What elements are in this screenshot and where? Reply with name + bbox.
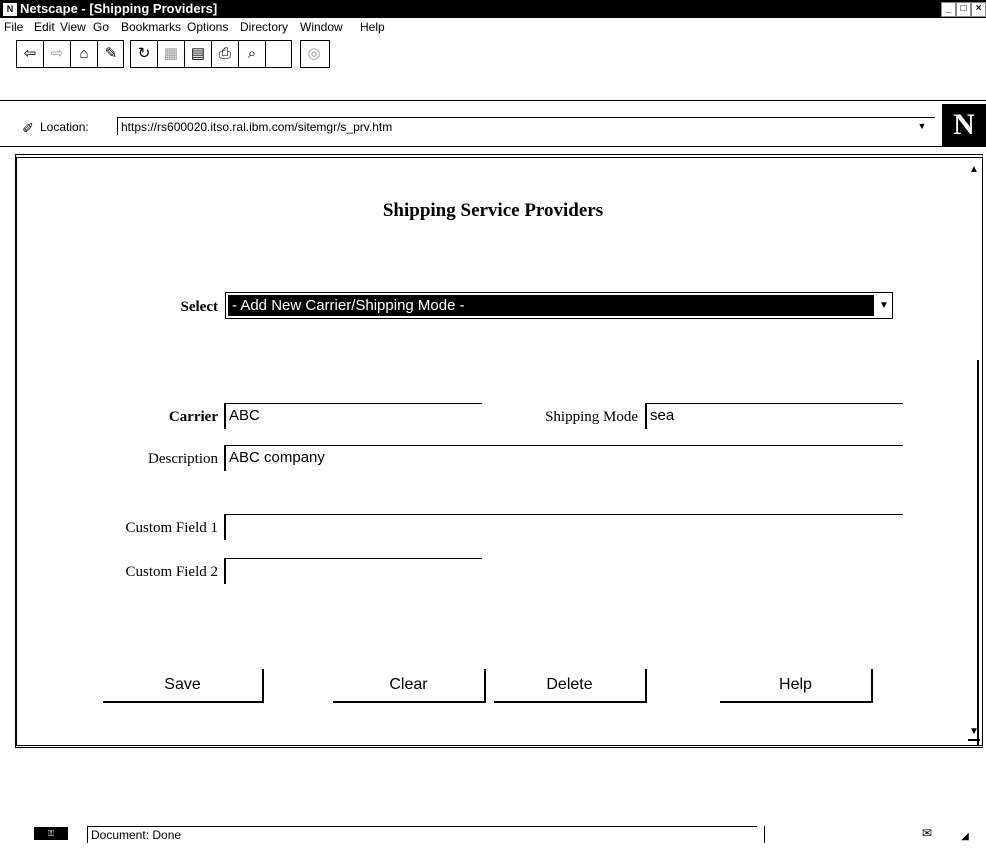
find-icon[interactable]: ⌕ — [239, 41, 266, 67]
description-input[interactable]: ABC company — [224, 445, 903, 471]
scroll-up-icon[interactable]: ▲ — [968, 163, 980, 177]
menu-file-label: File — [4, 20, 24, 34]
custom-field-1-input[interactable] — [224, 514, 903, 540]
location-dropdown-icon[interactable]: ▼ — [915, 119, 929, 133]
resize-grip-icon[interactable]: ◢ — [958, 830, 972, 844]
menu-file[interactable]: File — [4, 19, 23, 36]
window-title: Netscape - [Shipping Providers] — [20, 1, 218, 16]
shipping-mode-label: Shipping Mode — [545, 409, 638, 425]
select-label: Select — [180, 299, 218, 315]
open-icon[interactable]: ▤ — [185, 41, 212, 67]
menu-view-label: View — [60, 20, 86, 34]
menu-edit[interactable]: Edit — [34, 19, 55, 36]
clear-button[interactable]: Clear — [333, 669, 486, 703]
menu-bookmarks[interactable]: Bookmarks — [121, 19, 181, 36]
page-title: Shipping Service Providers — [382, 200, 604, 221]
stop-icon[interactable]: ◎ — [301, 41, 327, 67]
security-key-icon[interactable]: ⚿ — [34, 827, 68, 840]
carrier-label: Carrier — [168, 409, 218, 425]
menu-help[interactable]: Help — [360, 19, 385, 36]
location-label: Location: — [40, 120, 89, 134]
save-button[interactable]: Save — [103, 669, 264, 703]
description-label: Description — [148, 451, 218, 467]
forward-icon[interactable]: ⇨ — [44, 41, 71, 67]
custom-field-2-input[interactable] — [224, 558, 482, 584]
status-text: Document: Done — [87, 826, 757, 843]
bookmark-page-icon[interactable]: ✐ — [20, 120, 36, 136]
vertical-scrollbar[interactable] — [977, 360, 979, 745]
menu-directory[interactable]: Directory — [240, 19, 288, 36]
menu-options[interactable]: Options — [187, 19, 228, 36]
close-icon[interactable]: × — [971, 2, 986, 17]
scroll-down-icon[interactable]: ▼ — [968, 725, 980, 741]
minimize-icon[interactable]: _ — [941, 2, 956, 17]
carrier-select[interactable]: - Add New Carrier/Shipping Mode - ▼ — [225, 292, 893, 319]
toolbar-group-stop: ◎ — [300, 40, 330, 68]
location-input[interactable]: https://rs600020.itso.ral.ibm.com/sitemg… — [117, 117, 935, 135]
menu-go-label: Go — [93, 20, 110, 34]
edit-icon[interactable]: ✎ — [98, 41, 124, 67]
help-button[interactable]: Help — [720, 669, 873, 703]
home-icon[interactable]: ⌂ — [71, 41, 98, 67]
menu-window-label: Window — [300, 20, 343, 34]
mail-icon[interactable]: ✉ — [919, 827, 935, 840]
toolbar-divider — [0, 100, 986, 101]
menu-window[interactable]: Window — [300, 19, 343, 36]
menu-options-label: Options — [187, 20, 229, 34]
shipping-mode-input[interactable]: sea — [645, 403, 903, 429]
menu-bar: File Edit View Go Bookmarks Options Dire… — [0, 19, 986, 36]
location-divider — [0, 146, 986, 147]
netscape-logo: N — [942, 104, 986, 146]
maximize-icon[interactable]: □ — [956, 2, 971, 17]
toolbar-group-actions: ↻ ▦ ▤ ⎙ ⌕ — [130, 40, 292, 68]
stop-icon-spacer — [264, 41, 290, 67]
back-icon[interactable]: ⇦ — [17, 41, 44, 67]
title-bar: N Netscape - [Shipping Providers] _ □ × — [0, 0, 986, 18]
menu-help-label: Help — [360, 20, 385, 34]
menu-edit-label: Edit — [34, 20, 55, 34]
menu-directory-label: Directory — [240, 20, 289, 34]
custom-field-2-label: Custom Field 2 — [125, 564, 218, 580]
custom-field-1-label: Custom Field 1 — [125, 520, 218, 536]
carrier-select-value: - Add New Carrier/Shipping Mode - — [228, 295, 874, 316]
menu-view[interactable]: View — [60, 19, 86, 36]
menu-bookmarks-label: Bookmarks — [121, 20, 182, 34]
print-icon[interactable]: ⎙ — [212, 41, 239, 67]
toolbar-group-nav: ⇦ ⇨ ⌂ ✎ — [16, 40, 124, 68]
menu-go[interactable]: Go — [93, 19, 109, 36]
carrier-input[interactable]: ABC — [224, 403, 482, 429]
images-icon[interactable]: ▦ — [158, 41, 185, 67]
status-divider — [764, 826, 765, 843]
delete-button[interactable]: Delete — [494, 669, 647, 703]
reload-icon[interactable]: ↻ — [131, 41, 158, 67]
chevron-down-icon[interactable]: ▼ — [878, 298, 890, 313]
netscape-app-icon[interactable]: N — [3, 3, 17, 16]
